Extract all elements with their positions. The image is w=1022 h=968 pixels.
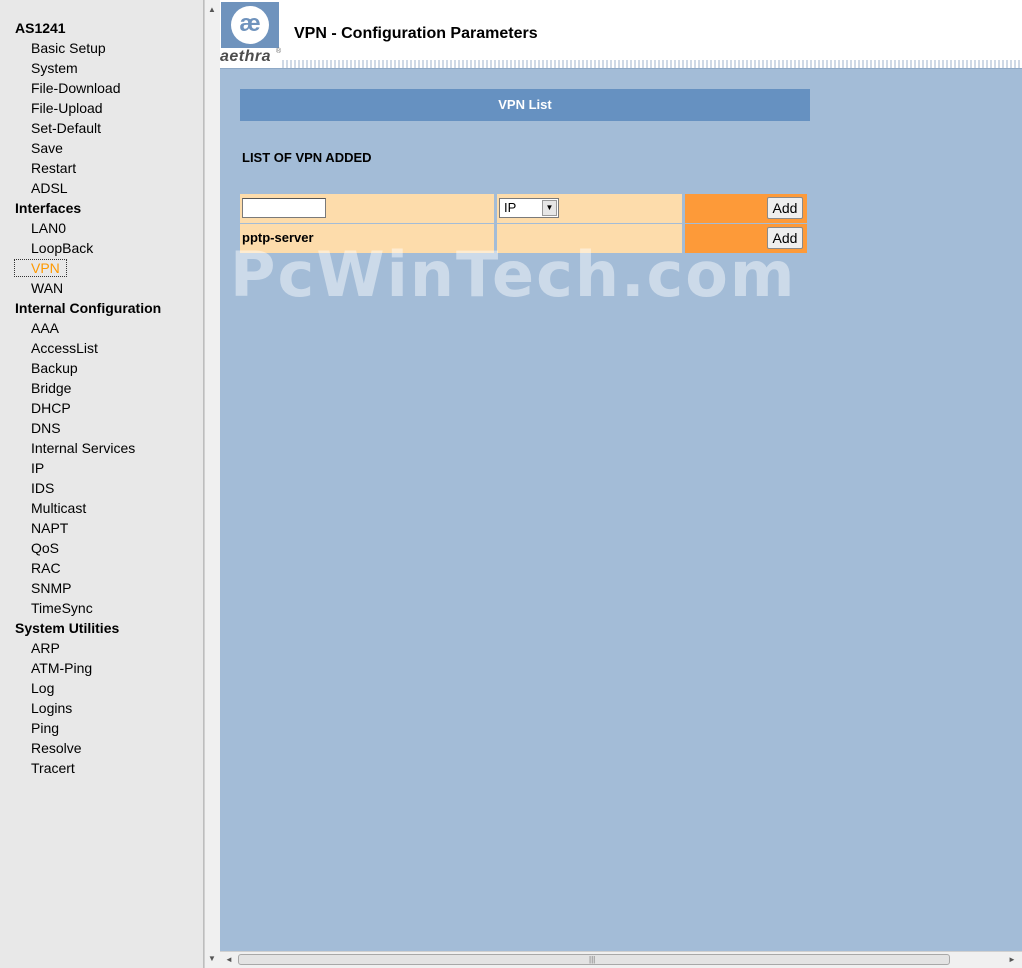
- new-vpn-row: IP ▼ Add: [240, 194, 807, 223]
- sidebar-item-rac[interactable]: RAC: [31, 560, 61, 576]
- nav-section-interfaces: Interfaces: [15, 200, 82, 216]
- add-pptp-server-button[interactable]: Add: [767, 227, 803, 249]
- sidebar-item-internal-services[interactable]: Internal Services: [31, 440, 135, 456]
- sidebar-item-restart[interactable]: Restart: [31, 160, 76, 176]
- header-stripe: [282, 60, 1022, 68]
- list-heading: LIST OF VPN ADDED: [242, 150, 372, 165]
- scrollbar-thumb[interactable]: |||: [238, 954, 950, 965]
- sidebar-item-bridge[interactable]: Bridge: [31, 380, 71, 396]
- sidebar-item-dhcp[interactable]: DHCP: [31, 400, 71, 416]
- name-cell: [240, 194, 494, 223]
- action-cell: Add: [685, 194, 807, 223]
- type-cell: IP ▼: [497, 194, 682, 223]
- sidebar-item-adsl[interactable]: ADSL: [31, 180, 68, 196]
- nav-section-internal-configuration: Internal Configuration: [15, 300, 162, 316]
- table-row: pptp-server Add: [240, 224, 807, 253]
- sidebar-item-file-download[interactable]: File-Download: [31, 80, 120, 96]
- vertical-scrollbar[interactable]: ▲ ▼: [204, 0, 220, 968]
- aethra-logo: æ: [221, 2, 279, 48]
- scroll-down-icon[interactable]: ▼: [208, 955, 216, 963]
- vpn-list-section-bar: VPN List: [240, 89, 810, 121]
- page-header: æ aethra ® VPN - Configuration Parameter…: [220, 0, 1022, 69]
- sidebar-item-aaa[interactable]: AAA: [31, 320, 59, 336]
- sidebar-item-ip[interactable]: IP: [31, 460, 44, 476]
- sidebar-item-timesync[interactable]: TimeSync: [31, 600, 93, 616]
- content-frame: æ aethra ® VPN - Configuration Parameter…: [220, 0, 1022, 951]
- sidebar-item-save[interactable]: Save: [31, 140, 63, 156]
- sidebar-item-qos[interactable]: QoS: [31, 540, 59, 556]
- chevron-down-icon[interactable]: ▼: [542, 200, 557, 216]
- logo-wordmark: aethra: [220, 48, 272, 65]
- logo-registered: ®: [276, 48, 282, 55]
- sidebar-item-set-default[interactable]: Set-Default: [31, 120, 101, 136]
- sidebar-item-arp[interactable]: ARP: [31, 640, 60, 656]
- sidebar-item-wan[interactable]: WAN: [31, 280, 63, 296]
- sidebar-item-accesslist[interactable]: AccessList: [31, 340, 98, 356]
- vpn-name: pptp-server: [242, 230, 314, 245]
- scroll-left-icon[interactable]: ◄: [225, 955, 233, 964]
- sidebar-item-log[interactable]: Log: [31, 680, 54, 696]
- grip-icon: |||: [589, 955, 596, 964]
- sidebar-item-tracert[interactable]: Tracert: [31, 760, 75, 776]
- sidebar-item-napt[interactable]: NAPT: [31, 520, 68, 536]
- scroll-right-icon[interactable]: ►: [1008, 955, 1016, 964]
- sidebar-item-lan0[interactable]: LAN0: [31, 220, 66, 236]
- sidebar-item-loopback[interactable]: LoopBack: [31, 240, 93, 256]
- sidebar-item-file-upload[interactable]: File-Upload: [31, 100, 103, 116]
- name-cell: pptp-server: [240, 224, 494, 253]
- sidebar-item-system[interactable]: System: [31, 60, 78, 76]
- vpn-type-value: IP: [504, 200, 517, 215]
- sidebar-item-backup[interactable]: Backup: [31, 360, 78, 376]
- action-cell: Add: [685, 224, 807, 253]
- sidebar-item-resolve[interactable]: Resolve: [31, 740, 82, 756]
- navigation-sidebar: AS1241 Basic Setup System File-Download File…: [0, 0, 204, 968]
- vpn-name-input[interactable]: [242, 198, 326, 218]
- sidebar-item-logins[interactable]: Logins: [31, 700, 72, 716]
- logo-mark: æ: [231, 6, 269, 44]
- sidebar-item-multicast[interactable]: Multicast: [31, 500, 86, 516]
- sidebar-item-vpn[interactable]: VPN: [14, 259, 67, 277]
- horizontal-scrollbar[interactable]: ◄ ||| ►: [220, 951, 1022, 968]
- scroll-up-icon[interactable]: ▲: [208, 6, 216, 14]
- vpn-type-select[interactable]: IP ▼: [499, 198, 559, 218]
- sidebar-item-dns[interactable]: DNS: [31, 420, 61, 436]
- type-cell: [497, 224, 682, 253]
- nav-section-as1241: AS1241: [15, 20, 66, 36]
- add-vpn-button[interactable]: Add: [767, 197, 803, 219]
- sidebar-item-ping[interactable]: Ping: [31, 720, 59, 736]
- sidebar-item-atm-ping[interactable]: ATM-Ping: [31, 660, 92, 676]
- sidebar-item-basic-setup[interactable]: Basic Setup: [31, 40, 106, 56]
- page-title: VPN - Configuration Parameters: [294, 25, 538, 42]
- sidebar-item-ids[interactable]: IDS: [31, 480, 54, 496]
- nav-section-system-utilities: System Utilities: [15, 620, 120, 636]
- sidebar-item-snmp[interactable]: SNMP: [31, 580, 71, 596]
